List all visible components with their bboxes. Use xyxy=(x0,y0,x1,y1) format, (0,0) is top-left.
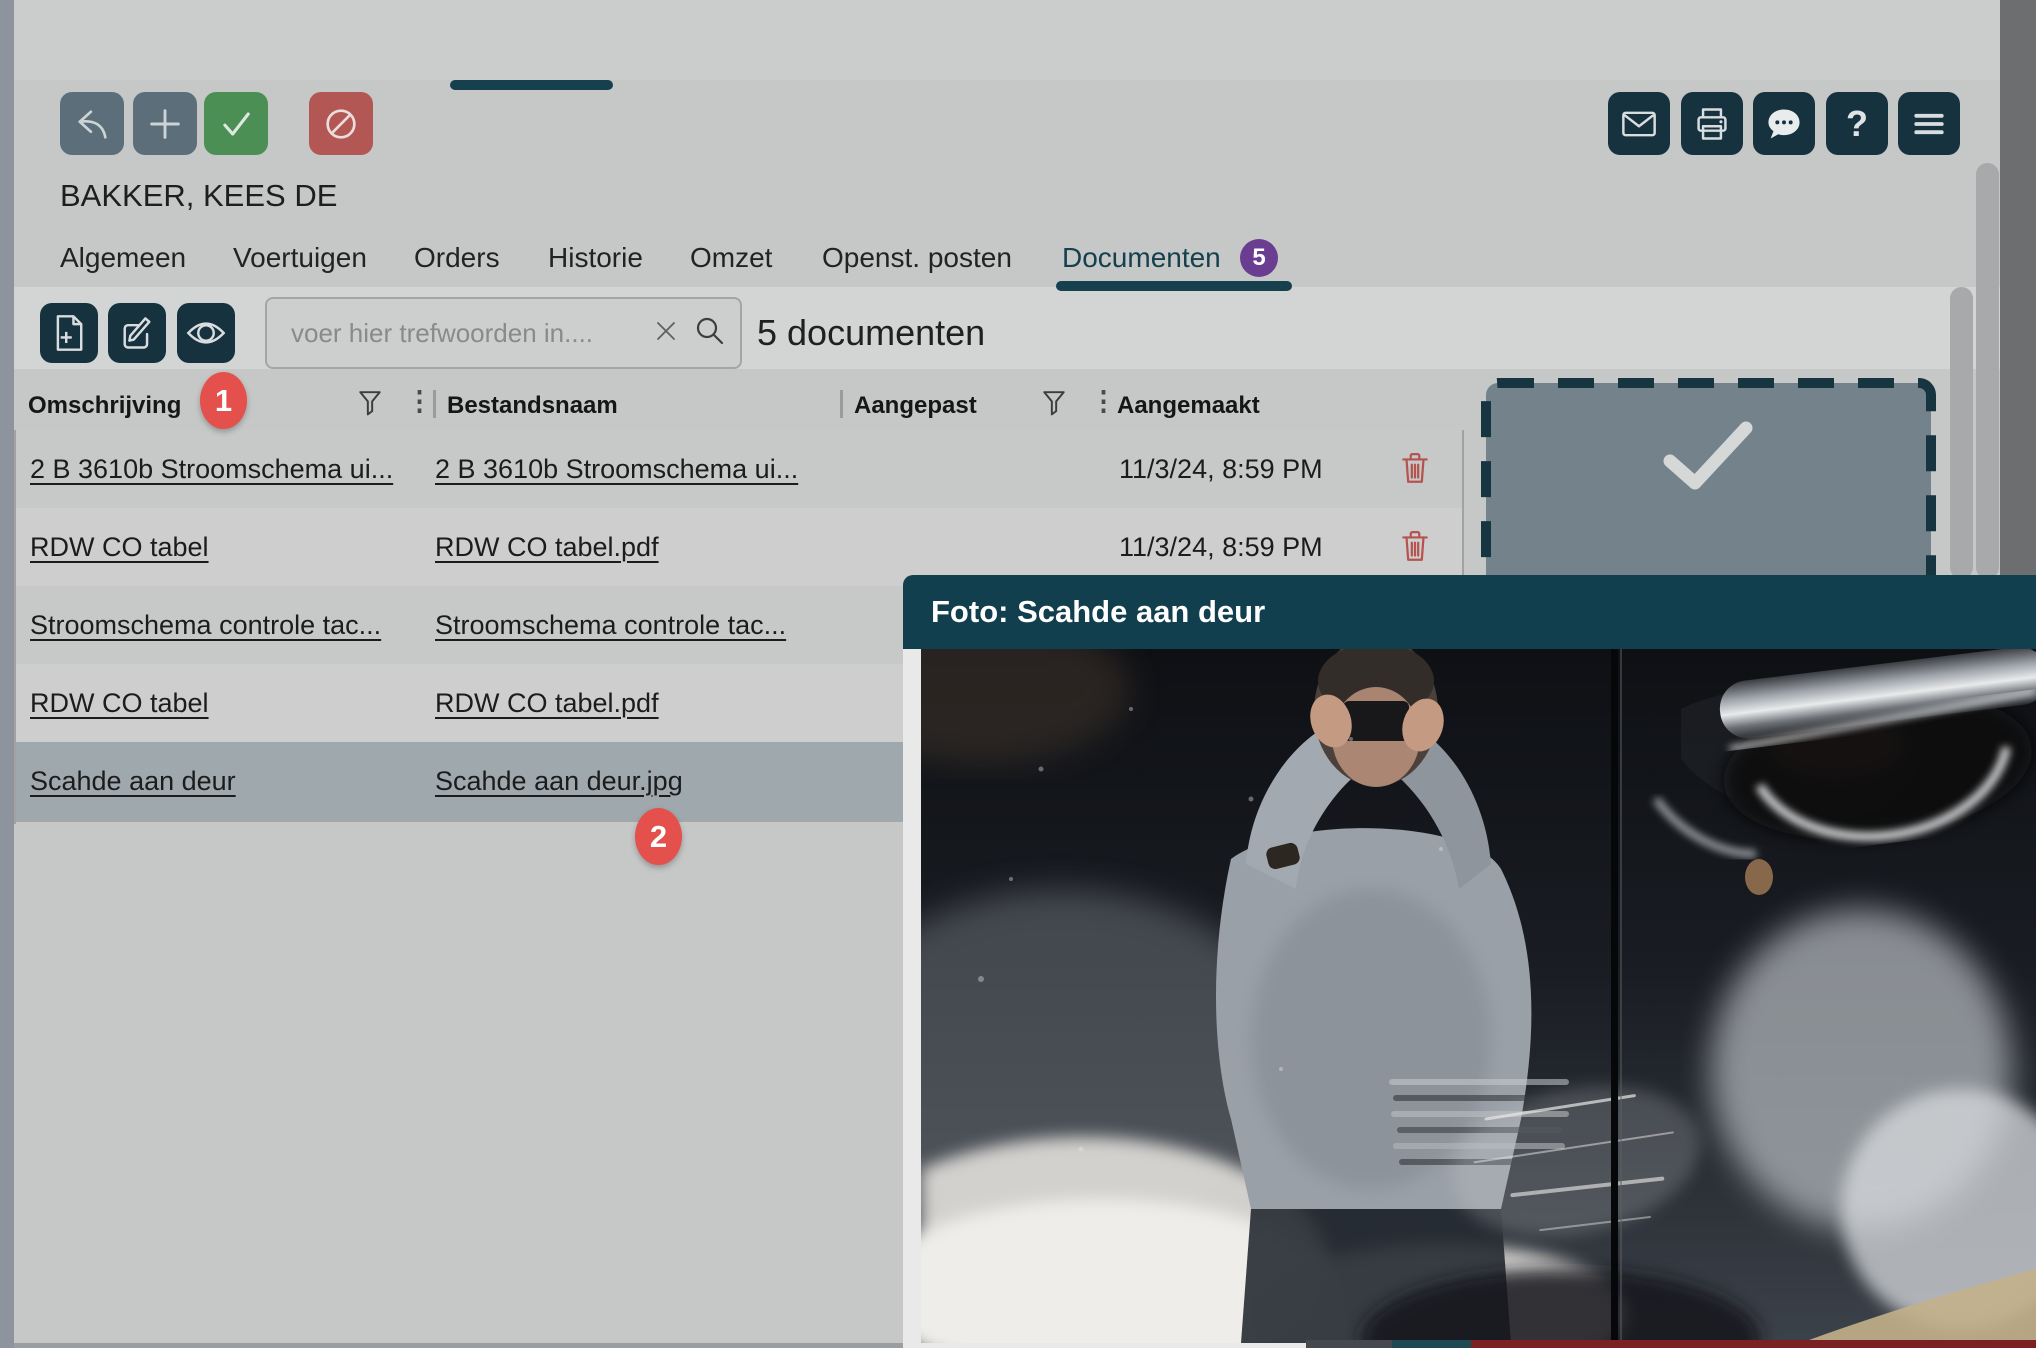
customer-name: BAKKER, KEES DE xyxy=(60,178,337,214)
photo-preview-dialog: Foto: Scahde aan deur xyxy=(903,575,2036,1348)
confirm-button[interactable] xyxy=(204,92,268,155)
search-icon[interactable] xyxy=(694,315,726,352)
subtab-openst-posten[interactable]: Openst. posten xyxy=(822,242,1012,274)
document-created-date: 11/3/24, 8:59 PM xyxy=(1119,454,1323,485)
table-row[interactable]: 2 B 3610b Stroomschema ui... 2 B 3610b S… xyxy=(16,430,1462,510)
printer-icon xyxy=(1693,105,1731,143)
subtab-omzet[interactable]: Omzet xyxy=(690,242,772,274)
ban-icon xyxy=(321,104,361,144)
email-button[interactable] xyxy=(1608,92,1670,155)
subtab-documenten[interactable]: Documenten xyxy=(1062,242,1221,274)
active-tab-underline xyxy=(450,80,613,90)
view-document-button[interactable] xyxy=(177,303,235,363)
bottom-edge-segment xyxy=(1306,1340,1392,1348)
help-icon: ? xyxy=(1846,103,1868,145)
envelope-icon xyxy=(1620,107,1658,141)
menu-button[interactable] xyxy=(1898,92,1960,155)
column-header-bestandsnaam[interactable]: Bestandsnaam xyxy=(447,392,618,420)
subtab-algemeen[interactable]: Algemeen xyxy=(60,242,186,274)
checkmark-icon xyxy=(216,104,256,144)
search-input[interactable] xyxy=(289,317,654,350)
document-file-link[interactable]: RDW CO tabel.pdf xyxy=(435,688,659,719)
column-menu-icon[interactable]: ⋮ xyxy=(1090,386,1117,417)
window-edge xyxy=(14,1343,904,1348)
clear-search-icon[interactable] xyxy=(654,319,678,348)
plus-icon xyxy=(145,104,185,144)
print-button[interactable] xyxy=(1681,92,1743,155)
subtab-orders[interactable]: Orders xyxy=(414,242,500,274)
column-menu-icon[interactable]: ⋮ xyxy=(406,386,433,417)
edit-document-button[interactable] xyxy=(108,303,166,363)
cancel-button[interactable] xyxy=(309,92,373,155)
dialog-header[interactable]: Foto: Scahde aan deur xyxy=(903,575,2036,649)
delete-document-button[interactable] xyxy=(1400,530,1430,569)
chat-icon xyxy=(1764,105,1804,143)
dialog-title: Foto: Scahde aan deur xyxy=(931,594,1265,630)
main-tab-bar xyxy=(0,0,2036,80)
bottom-edge-segment xyxy=(1471,1340,2036,1348)
new-document-icon xyxy=(51,313,87,353)
document-created-date: 11/3/24, 8:59 PM xyxy=(1119,532,1323,563)
undo-arrow-icon xyxy=(72,104,112,144)
undo-button[interactable] xyxy=(60,92,124,155)
column-header-omschrijving[interactable]: Omschrijving xyxy=(28,392,181,420)
step-2-badge: 2 xyxy=(635,808,682,865)
filter-icon[interactable] xyxy=(1042,390,1066,421)
document-description-link[interactable]: RDW CO tabel xyxy=(30,532,209,563)
document-search-box xyxy=(265,297,742,369)
column-header-aangepast[interactable]: Aangepast xyxy=(854,392,977,420)
edit-document-icon xyxy=(118,314,156,352)
delete-document-button[interactable] xyxy=(1400,452,1430,491)
scrollbar-thumb[interactable] xyxy=(1976,163,1999,579)
window-edge xyxy=(0,0,14,1348)
document-file-link[interactable]: Scahde aan deur.jpg xyxy=(435,766,683,797)
photo-scahde-aan-deur xyxy=(921,649,2036,1343)
document-file-link[interactable]: Stroomschema controle tac... xyxy=(435,610,786,641)
documenten-count-badge: 5 xyxy=(1240,239,1278,277)
help-button[interactable]: ? xyxy=(1826,92,1888,155)
subtab-voertuigen[interactable]: Voertuigen xyxy=(233,242,367,274)
document-description-link[interactable]: RDW CO tabel xyxy=(30,688,209,719)
column-divider xyxy=(433,390,436,418)
relaties-app-window: Welkom Werkorders Relaties xyxy=(0,0,2036,1348)
column-divider xyxy=(840,390,843,418)
document-file-link[interactable]: RDW CO tabel.pdf xyxy=(435,532,659,563)
bottom-edge-segment xyxy=(1392,1340,1471,1348)
chat-button[interactable] xyxy=(1753,92,1815,155)
active-subtab-underline xyxy=(1056,281,1292,291)
filter-icon[interactable] xyxy=(358,390,382,421)
check-icon xyxy=(1658,415,1758,504)
document-description-link[interactable]: Scahde aan deur xyxy=(30,766,236,797)
step-1-badge: 1 xyxy=(200,372,247,429)
document-description-link[interactable]: Stroomschema controle tac... xyxy=(30,610,381,641)
document-description-link[interactable]: 2 B 3610b Stroomschema ui... xyxy=(30,454,393,485)
new-document-button[interactable] xyxy=(40,303,98,363)
subtab-historie[interactable]: Historie xyxy=(548,242,643,274)
document-count-label: 5 documenten xyxy=(757,312,985,354)
column-header-aangemaakt[interactable]: Aangemaakt xyxy=(1117,392,1260,420)
scrollbar-thumb[interactable] xyxy=(1950,287,1973,579)
menu-icon xyxy=(1911,108,1947,140)
add-button[interactable] xyxy=(133,92,197,155)
document-file-link[interactable]: 2 B 3610b Stroomschema ui... xyxy=(435,454,798,485)
view-document-icon xyxy=(185,316,227,350)
